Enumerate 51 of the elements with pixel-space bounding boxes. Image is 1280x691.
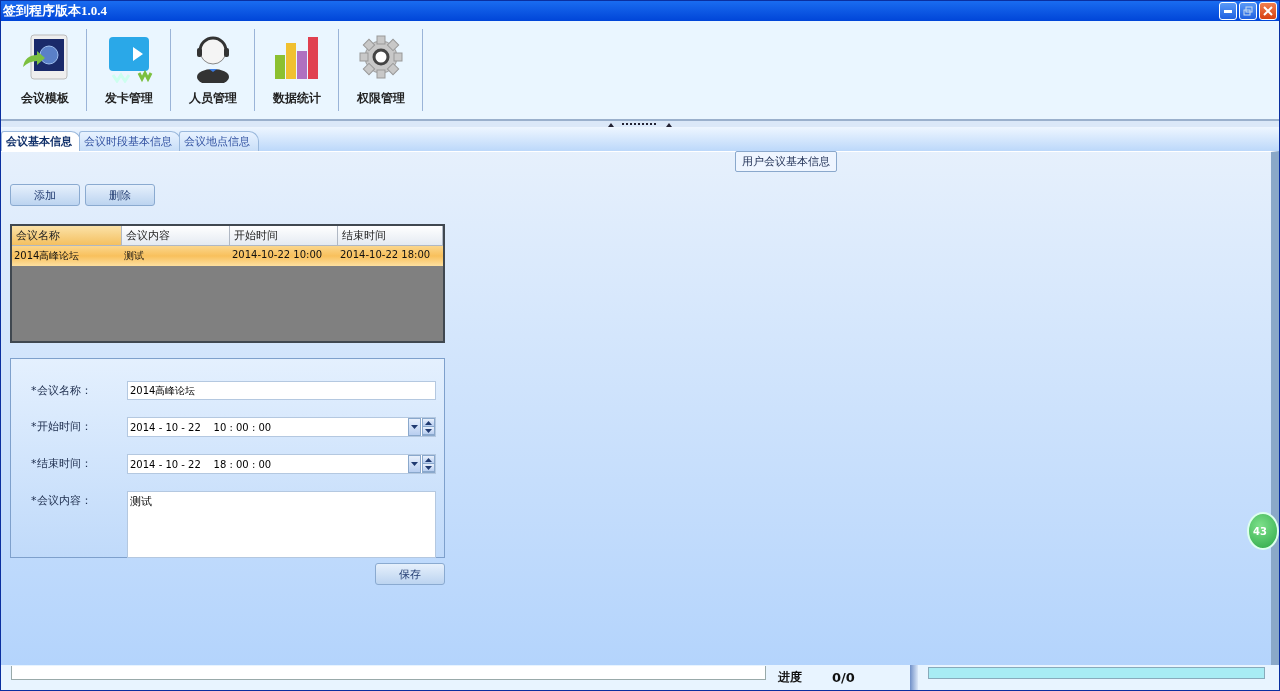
restore-button[interactable] xyxy=(1239,2,1257,20)
toolbar-button[interactable]: 数据统计 xyxy=(255,29,339,111)
column-header[interactable]: 开始时间 xyxy=(230,226,338,246)
table-cell-text: 2014-10-22 18:00 xyxy=(339,248,432,262)
table-cell-text: 2014高峰论坛 xyxy=(13,249,81,263)
field-label: *结束时间： xyxy=(31,456,93,471)
toolbar-button[interactable]: 会议模板 xyxy=(3,29,87,111)
close-icon xyxy=(1263,6,1273,16)
datetime-field[interactable]: 2014 - 10 - 22 10 : 00 : 00 xyxy=(127,417,436,437)
spin-down-button[interactable] xyxy=(423,464,434,472)
group-title: 用户会议基本信息 xyxy=(734,151,837,172)
column-header[interactable]: 结束时间 xyxy=(338,226,443,246)
caret-up-icon xyxy=(425,420,432,425)
splitter-handle[interactable] xyxy=(1,121,1279,127)
minimize-button[interactable] xyxy=(1219,2,1237,20)
window-title: 签到程序版本1.0.4 xyxy=(3,2,107,20)
close-button[interactable] xyxy=(1259,2,1277,20)
field-label: *开始时间： xyxy=(31,419,93,434)
text-area[interactable]: 测试 xyxy=(127,491,436,558)
progress-label: 进度 xyxy=(778,669,802,686)
progress-value: 0/0 xyxy=(832,670,855,685)
column-header[interactable]: 会议内容 xyxy=(122,226,230,246)
toolbar-button[interactable]: 发卡管理 xyxy=(87,29,171,111)
minimize-icon xyxy=(1224,9,1232,13)
dropdown-button[interactable] xyxy=(408,455,421,473)
restore-icon xyxy=(1243,6,1253,16)
action-button[interactable]: 添加 xyxy=(10,184,80,206)
datetime-value: 2014 - 10 - 22 18 : 00 : 00 xyxy=(129,458,272,470)
tab[interactable]: 会议基本信息 xyxy=(1,131,81,151)
field-label: *会议内容： xyxy=(31,493,93,508)
table-row[interactable]: 2014高峰论坛 测试 2014-10-22 10:00 2014-10-22 18:00 xyxy=(12,246,443,266)
spin-down-button[interactable] xyxy=(423,427,434,435)
caret-up-icon xyxy=(425,457,432,462)
count-badge: 43 xyxy=(1247,512,1279,550)
grip-icon xyxy=(608,121,672,127)
toolbar-button[interactable]: 人员管理 xyxy=(171,29,255,111)
datetime-field[interactable]: 2014 - 10 - 22 18 : 00 : 00 xyxy=(127,454,436,474)
action-button[interactable]: 删除 xyxy=(85,184,155,206)
save-button[interactable]: 保存 xyxy=(375,563,445,585)
tab[interactable]: 会议时段基本信息 xyxy=(79,131,181,151)
input-field[interactable] xyxy=(11,665,766,680)
table-cell-text: 2014-10-22 10:00 xyxy=(231,248,324,262)
toolbar-button[interactable]: 权限管理 xyxy=(339,29,423,111)
field-label: *会议名称： xyxy=(31,383,93,398)
table-cell-text: 测试 xyxy=(123,249,145,263)
datetime-value: 2014 - 10 - 22 10 : 00 : 00 xyxy=(129,421,272,433)
column-header[interactable]: 会议名称 xyxy=(12,226,122,246)
input-field[interactable]: 2014高峰论坛 xyxy=(127,381,436,400)
splitter-bar[interactable] xyxy=(909,665,918,690)
dropdown-button[interactable] xyxy=(408,418,421,436)
tab[interactable]: 会议地点信息 xyxy=(179,131,259,151)
